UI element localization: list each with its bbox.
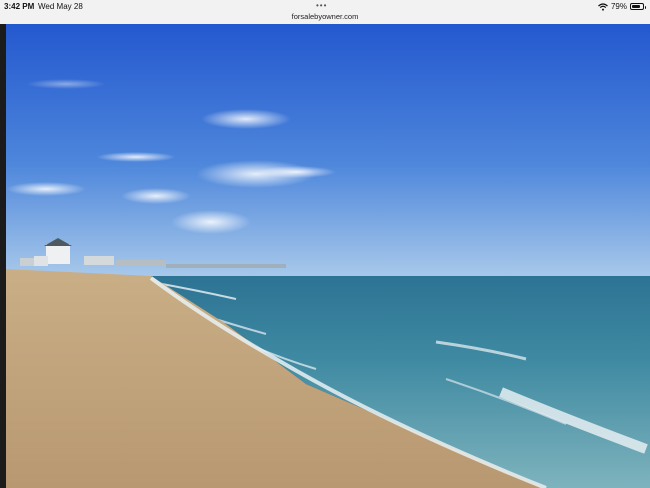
status-right: 79% xyxy=(598,2,646,11)
more-dots-icon[interactable]: ••• xyxy=(316,1,327,10)
battery-percent: 79% xyxy=(610,2,627,11)
status-time: 3:42 PM xyxy=(4,2,35,11)
wifi-icon xyxy=(598,2,608,11)
status-bar: 3:42 PM Wed May 28 ••• forsalebyowner.co… xyxy=(0,0,650,24)
status-date: Wed May 28 xyxy=(38,2,83,11)
battery-level xyxy=(632,5,640,8)
beach-photo xyxy=(6,24,650,488)
address-url[interactable]: forsalebyowner.com xyxy=(0,12,650,21)
battery-icon xyxy=(630,3,646,10)
sky xyxy=(6,24,650,276)
